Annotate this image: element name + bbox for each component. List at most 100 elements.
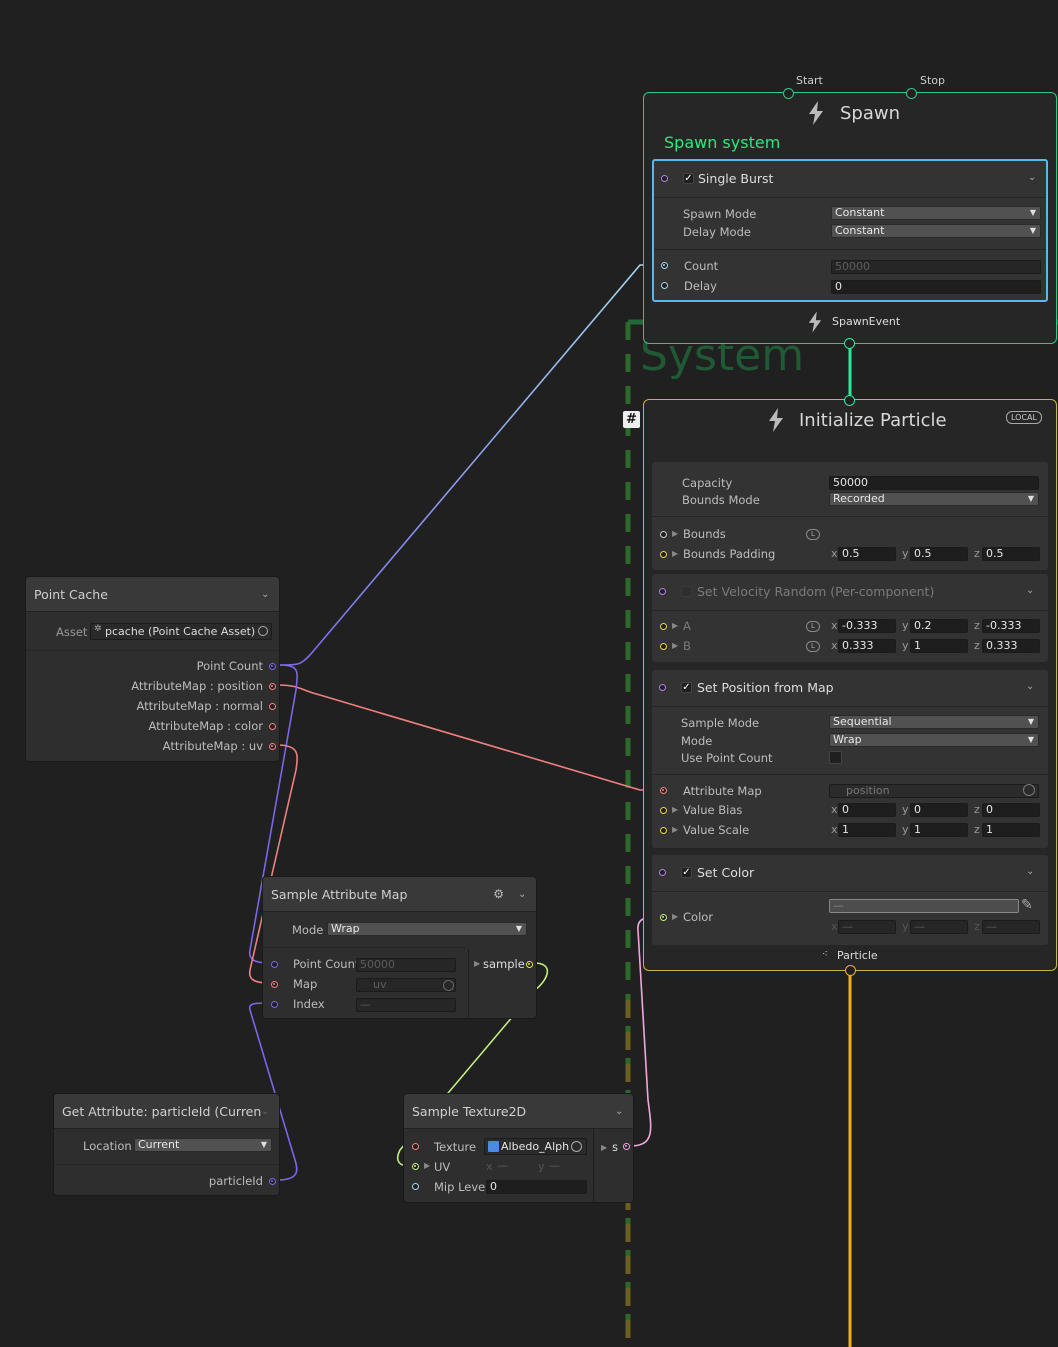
input-point-count-port[interactable] bbox=[271, 961, 278, 968]
value-bias-z[interactable]: 0 bbox=[982, 803, 1040, 817]
bounds-padding-z[interactable]: 0.5 bbox=[982, 547, 1040, 561]
input-index-field[interactable]: — bbox=[356, 998, 456, 1012]
color-activation-port[interactable] bbox=[659, 869, 666, 876]
get-attribute-node[interactable]: Get Attribute: particleId (Current) ⌄ Lo… bbox=[53, 1093, 280, 1196]
texture-input-port[interactable] bbox=[412, 1143, 419, 1150]
delay-field[interactable]: 0 bbox=[831, 280, 1041, 294]
point-cache-node[interactable]: Point Cache ⌄ Asset pcache (Point Cache … bbox=[25, 576, 280, 762]
input-index-port[interactable] bbox=[271, 1001, 278, 1008]
point-cache-header[interactable]: Point Cache ⌄ bbox=[26, 577, 279, 612]
single-burst-checkbox[interactable]: ✓ bbox=[683, 173, 694, 184]
bounds-padding-port[interactable] bbox=[660, 551, 667, 558]
spawn-start-port[interactable] bbox=[783, 88, 794, 99]
attribute-map-field[interactable]: position bbox=[829, 784, 1039, 798]
set-color-block[interactable]: ✓ Set Color ⌄ ▶ Color — ✎ x — y — z — bbox=[652, 855, 1048, 945]
bounds-expand-icon[interactable]: ▶ bbox=[672, 529, 678, 538]
color-swatch[interactable]: — bbox=[829, 899, 1019, 913]
chevron-down-icon[interactable]: ⌄ bbox=[1026, 681, 1036, 692]
uv-x-field[interactable]: — bbox=[494, 1160, 534, 1174]
asset-field[interactable]: pcache (Point Cache Asset) bbox=[90, 623, 272, 640]
sample-output-expand-icon[interactable]: ▶ bbox=[474, 959, 480, 968]
color-x[interactable]: — bbox=[838, 920, 896, 934]
velocity-b-expand-icon[interactable]: ▶ bbox=[672, 641, 678, 650]
sample-attribute-map-node[interactable]: Sample Attribute Map ⚙ ⌄ Mode Wrap Point… bbox=[262, 876, 537, 1019]
value-bias-port[interactable] bbox=[660, 807, 667, 814]
initialize-context[interactable]: Initialize Particle LOCAL Capacity 50000… bbox=[643, 395, 1057, 976]
position-activation-port[interactable] bbox=[659, 684, 666, 691]
local-space-icon[interactable]: L bbox=[806, 641, 820, 652]
s-output-port[interactable] bbox=[623, 1143, 630, 1150]
output-point-count-port[interactable] bbox=[269, 663, 276, 670]
mip-field[interactable]: 0 bbox=[486, 1180, 587, 1194]
count-port[interactable] bbox=[661, 262, 668, 269]
object-picker-icon[interactable] bbox=[1023, 784, 1035, 796]
value-bias-x[interactable]: 0 bbox=[838, 803, 896, 817]
use-point-count-checkbox[interactable] bbox=[829, 751, 842, 764]
spawn-output-port[interactable] bbox=[844, 338, 855, 349]
value-scale-port[interactable] bbox=[660, 827, 667, 834]
uv-input-port[interactable] bbox=[412, 1163, 419, 1170]
mip-input-port[interactable] bbox=[412, 1183, 419, 1190]
set-color-header[interactable]: ✓ Set Color ⌄ bbox=[652, 855, 1048, 892]
value-scale-z[interactable]: 1 bbox=[982, 823, 1040, 837]
init-input-port[interactable] bbox=[844, 395, 855, 406]
attribute-map-port[interactable] bbox=[660, 787, 667, 794]
output-color-port[interactable] bbox=[269, 723, 276, 730]
sample-output-port[interactable] bbox=[526, 961, 533, 968]
velocity-activation-port[interactable] bbox=[659, 588, 666, 595]
s-output-expand-icon[interactable]: ▶ bbox=[601, 1143, 607, 1152]
bounds-mode-dropdown[interactable]: Recorded bbox=[829, 492, 1039, 506]
uv-y-field[interactable]: — bbox=[546, 1160, 586, 1174]
output-position-port[interactable] bbox=[269, 683, 276, 690]
chevron-down-icon[interactable]: ⌄ bbox=[518, 889, 528, 900]
chevron-down-icon[interactable]: ⌄ bbox=[1026, 866, 1036, 877]
value-scale-expand-icon[interactable]: ▶ bbox=[672, 825, 678, 834]
velocity-a-y[interactable]: 0.2 bbox=[910, 619, 968, 633]
bounds-padding-expand-icon[interactable]: ▶ bbox=[672, 549, 678, 558]
velocity-b-port[interactable] bbox=[660, 643, 667, 650]
delay-port[interactable] bbox=[661, 282, 668, 289]
color-y[interactable]: — bbox=[910, 920, 968, 934]
velocity-a-z[interactable]: -0.333 bbox=[982, 619, 1040, 633]
velocity-a-x[interactable]: -0.333 bbox=[838, 619, 896, 633]
particleid-output-port[interactable] bbox=[269, 1178, 276, 1185]
input-point-count-field[interactable]: 50000 bbox=[356, 958, 456, 972]
chevron-down-icon[interactable]: ⌄ bbox=[261, 1106, 271, 1117]
set-velocity-random-block[interactable]: Set Velocity Random (Per-component) ⌄ ▶ … bbox=[652, 574, 1048, 662]
single-burst-block[interactable]: ✓ Single Burst ⌄ Spawn Mode Constant Del… bbox=[652, 159, 1048, 302]
velocity-a-expand-icon[interactable]: ▶ bbox=[672, 621, 678, 630]
output-normal-port[interactable] bbox=[269, 703, 276, 710]
value-scale-x[interactable]: 1 bbox=[838, 823, 896, 837]
capacity-field[interactable]: 50000 bbox=[829, 476, 1039, 490]
chevron-down-icon[interactable]: ⌄ bbox=[615, 1106, 625, 1117]
velocity-b-y[interactable]: 1 bbox=[910, 639, 968, 653]
velocity-a-port[interactable] bbox=[660, 623, 667, 630]
sample-attribute-map-header[interactable]: Sample Attribute Map ⚙ ⌄ bbox=[263, 877, 536, 912]
delay-mode-dropdown[interactable]: Constant bbox=[831, 224, 1041, 238]
chevron-down-icon[interactable]: ⌄ bbox=[1028, 172, 1038, 183]
object-picker-icon[interactable] bbox=[571, 1141, 582, 1152]
single-burst-header[interactable]: ✓ Single Burst ⌄ bbox=[654, 161, 1046, 198]
object-picker-icon[interactable] bbox=[443, 980, 454, 991]
sample-texture2d-node[interactable]: Sample Texture2D ⌄ Texture Albedo_Alph ▶… bbox=[403, 1093, 634, 1203]
local-space-icon[interactable]: L bbox=[806, 529, 820, 540]
eyedropper-icon[interactable]: ✎ bbox=[1021, 897, 1033, 913]
sample-texture2d-header[interactable]: Sample Texture2D ⌄ bbox=[404, 1094, 633, 1129]
output-uv-port[interactable] bbox=[269, 743, 276, 750]
spawn-subtitle[interactable]: Spawn system bbox=[664, 133, 780, 152]
spawn-stop-port[interactable] bbox=[906, 88, 917, 99]
color-port[interactable] bbox=[660, 914, 667, 921]
gear-icon[interactable]: ⚙ bbox=[493, 887, 504, 901]
input-map-field[interactable]: uv bbox=[356, 978, 456, 992]
value-bias-y[interactable]: 0 bbox=[910, 803, 968, 817]
particle-output-port[interactable] bbox=[845, 965, 856, 976]
get-attribute-header[interactable]: Get Attribute: particleId (Current) ⌄ bbox=[54, 1094, 279, 1129]
velocity-b-z[interactable]: 0.333 bbox=[982, 639, 1040, 653]
bounds-padding-y[interactable]: 0.5 bbox=[910, 547, 968, 561]
velocity-b-x[interactable]: 0.333 bbox=[838, 639, 896, 653]
spawn-context[interactable]: Spawn Spawn system ✓ Single Burst ⌄ Spaw… bbox=[643, 88, 1057, 349]
input-map-port[interactable] bbox=[271, 981, 278, 988]
location-dropdown[interactable]: Current bbox=[134, 1138, 272, 1152]
color-z[interactable]: — bbox=[982, 920, 1040, 934]
count-field[interactable]: 50000 bbox=[831, 260, 1041, 274]
